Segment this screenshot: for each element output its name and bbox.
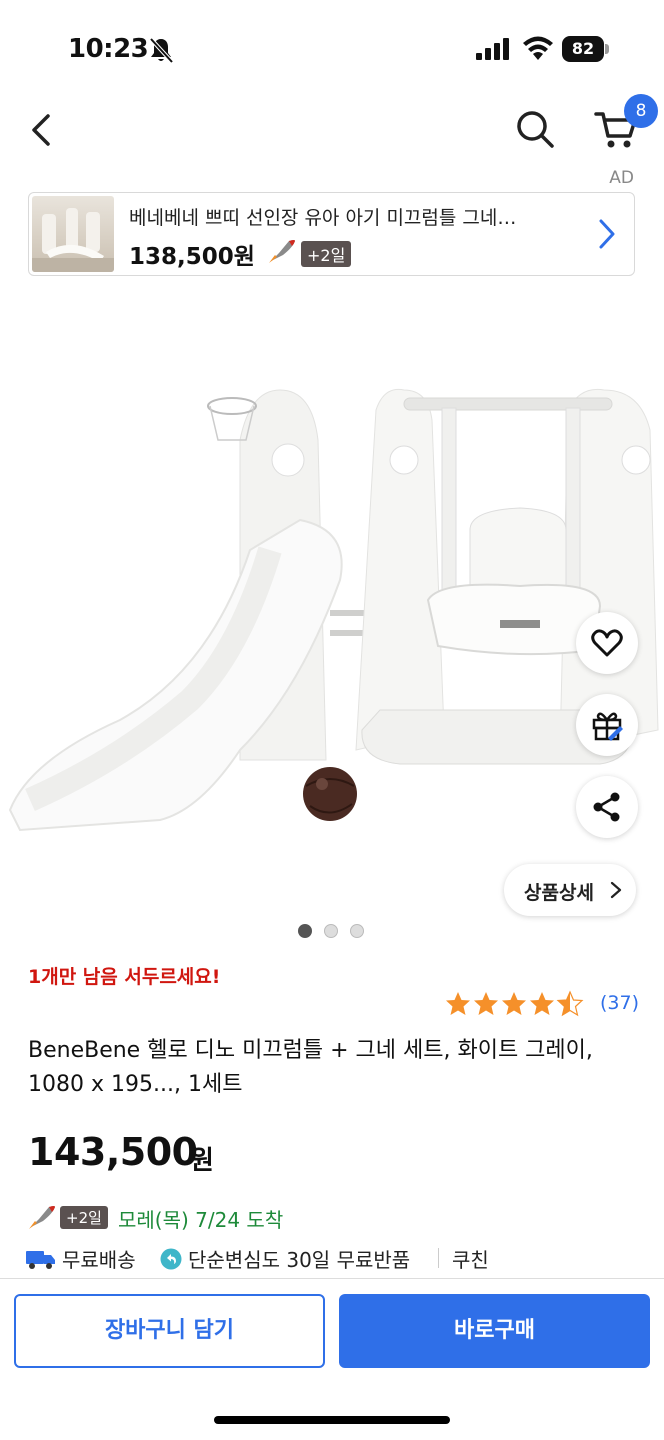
gift-icon <box>592 712 623 741</box>
rocket-icon <box>269 240 295 263</box>
truck-icon <box>26 1251 55 1269</box>
home-indicator[interactable] <box>214 1416 450 1424</box>
product-image-carousel[interactable]: 상품상세 <box>0 290 664 940</box>
chevron-right-icon <box>610 881 622 899</box>
benefits-row: 무료배송 단순변심도 30일 무료반품 쿠친 <box>26 1244 646 1272</box>
stock-notice: 1개만 남음 서두르세요! <box>28 966 221 988</box>
top-nav <box>0 100 664 160</box>
product-price: 143,500 <box>28 1130 198 1174</box>
battery-level: 82 <box>562 36 604 62</box>
gift-button[interactable] <box>576 694 638 756</box>
carousel-indicator <box>296 924 376 940</box>
wishlist-button[interactable] <box>576 612 638 674</box>
chevron-right-icon <box>599 219 615 249</box>
ad-delivery-badge: +2일 <box>301 241 352 267</box>
product-detail-button[interactable]: 상품상세 <box>504 864 636 916</box>
delivery-badge: +2일 <box>60 1206 108 1229</box>
arrival-date: 모레(목) 7/24 도착 <box>118 1208 284 1232</box>
heart-icon <box>591 629 623 657</box>
battery-icon: 82 <box>562 36 610 62</box>
benefits-divider <box>438 1248 439 1268</box>
share-button[interactable] <box>576 776 638 838</box>
add-to-cart-button[interactable]: 장바구니 담기 <box>14 1294 325 1368</box>
ad-thumbnail <box>32 196 114 272</box>
coupon-label[interactable]: 쿠친 <box>452 1244 489 1273</box>
carousel-dot[interactable] <box>324 924 338 938</box>
review-count[interactable]: (37) <box>600 992 639 1014</box>
delivery-info: +2일 모레(목) 7/24 도착 <box>28 1204 648 1232</box>
star-icon <box>530 992 554 1015</box>
star-icon <box>474 992 498 1015</box>
free-shipping: 무료배송 <box>62 1248 136 1272</box>
search-icon[interactable] <box>512 106 558 152</box>
price-unit: 원 <box>190 1146 214 1176</box>
signal-icon <box>476 38 509 60</box>
wifi-icon <box>523 36 553 60</box>
product-detail-label: 상품상세 <box>524 882 594 904</box>
carousel-dot[interactable] <box>350 924 364 938</box>
back-icon[interactable] <box>22 108 62 152</box>
star-icon <box>446 992 470 1015</box>
return-icon <box>160 1248 182 1270</box>
half-star-icon <box>556 990 584 1017</box>
return-policy: 단순변심도 30일 무료반품 <box>188 1248 411 1272</box>
bell-off-icon <box>149 37 174 64</box>
status-bar: 10:23 82 <box>0 0 664 100</box>
ad-price: 138,500원 <box>129 244 255 270</box>
status-time: 10:23 <box>68 34 149 64</box>
buy-now-button[interactable]: 바로구매 <box>339 1294 650 1368</box>
ad-label: AD <box>609 168 634 188</box>
rocket-icon <box>29 1206 55 1229</box>
product-image <box>8 388 659 832</box>
share-icon <box>593 792 620 822</box>
ad-title: 베네베네 쁘띠 선인장 유아 아기 미끄럼틀 그네… <box>129 207 517 229</box>
carousel-dot-active[interactable] <box>298 924 312 938</box>
ad-banner[interactable]: 베네베네 쁘띠 선인장 유아 아기 미끄럼틀 그네… 138,500원 +2일 <box>28 192 635 276</box>
cart-count-badge[interactable]: 8 <box>624 94 658 128</box>
bottom-divider <box>0 1278 664 1279</box>
star-icon <box>502 992 526 1015</box>
product-title: BeneBene 헬로 디노 미끄럼틀 + 그네 세트, 화이트 그레이, 10… <box>28 1038 593 1097</box>
